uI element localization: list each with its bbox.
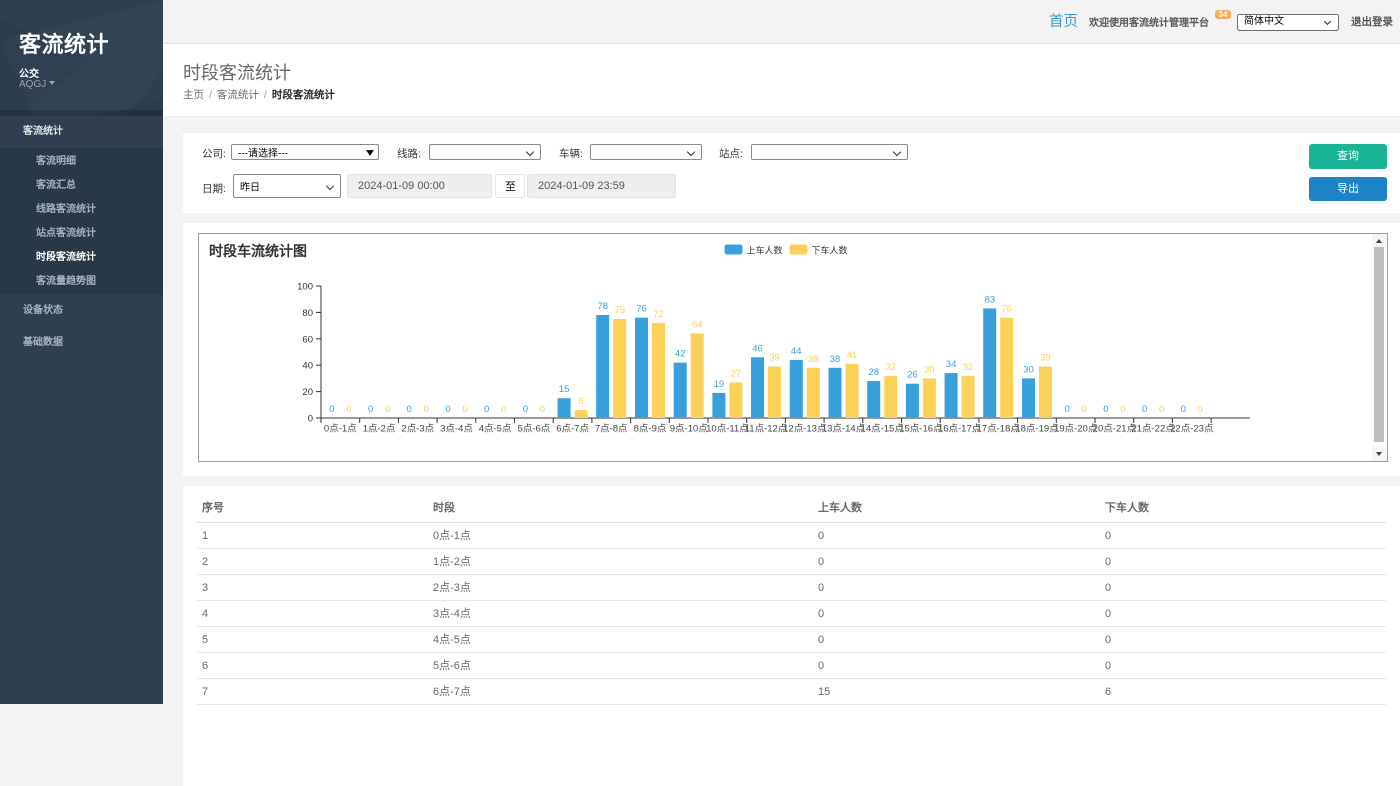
svg-text:75: 75 xyxy=(614,305,625,316)
svg-text:0: 0 xyxy=(406,404,411,415)
svg-text:4点-5点: 4点-5点 xyxy=(478,423,511,434)
svg-text:上车人数: 上车人数 xyxy=(746,244,782,255)
svg-text:0: 0 xyxy=(1180,404,1185,415)
svg-text:0: 0 xyxy=(1064,404,1069,415)
svg-text:6: 6 xyxy=(578,396,583,407)
svg-text:0: 0 xyxy=(329,404,334,415)
svg-text:11点-12点: 11点-12点 xyxy=(744,423,787,434)
svg-text:1点-2点: 1点-2点 xyxy=(362,423,395,434)
svg-text:76: 76 xyxy=(636,303,647,314)
svg-text:18点-19点: 18点-19点 xyxy=(1015,423,1059,434)
svg-text:0: 0 xyxy=(1103,404,1108,415)
svg-text:时段车流统计图: 时段车流统计图 xyxy=(209,243,307,259)
svg-text:0: 0 xyxy=(423,404,428,415)
svg-text:0: 0 xyxy=(445,404,450,415)
svg-text:2点-3点: 2点-3点 xyxy=(401,423,434,434)
svg-text:60: 60 xyxy=(302,334,313,345)
svg-text:0: 0 xyxy=(1120,404,1125,415)
svg-text:22点-23点: 22点-23点 xyxy=(1170,423,1214,434)
svg-text:32: 32 xyxy=(962,361,973,372)
svg-text:5点-6点: 5点-6点 xyxy=(517,423,550,434)
svg-text:42: 42 xyxy=(674,348,685,359)
svg-text:0: 0 xyxy=(367,404,372,415)
svg-text:80: 80 xyxy=(302,307,313,318)
svg-text:83: 83 xyxy=(984,294,995,305)
svg-text:0: 0 xyxy=(307,413,312,424)
svg-text:64: 64 xyxy=(691,319,702,330)
svg-text:9点-10点: 9点-10点 xyxy=(669,423,708,434)
svg-text:20点-21点: 20点-21点 xyxy=(1092,423,1136,434)
svg-text:0: 0 xyxy=(1081,404,1086,415)
svg-text:44: 44 xyxy=(790,345,801,356)
svg-text:38: 38 xyxy=(829,353,840,364)
svg-text:28: 28 xyxy=(868,367,879,378)
svg-text:8点-9点: 8点-9点 xyxy=(633,423,666,434)
svg-text:30: 30 xyxy=(924,364,935,375)
svg-text:34: 34 xyxy=(945,359,956,370)
svg-text:3点-4点: 3点-4点 xyxy=(440,423,473,434)
svg-text:39: 39 xyxy=(769,352,780,363)
svg-text:39: 39 xyxy=(1040,352,1051,363)
svg-text:0: 0 xyxy=(500,404,505,415)
svg-text:0: 0 xyxy=(483,404,488,415)
svg-text:14点-15点: 14点-15点 xyxy=(860,423,904,434)
svg-text:20: 20 xyxy=(302,387,313,398)
svg-text:0: 0 xyxy=(1158,404,1163,415)
svg-text:15点-16点: 15点-16点 xyxy=(899,423,943,434)
svg-text:0: 0 xyxy=(539,404,544,415)
svg-text:10点-11点: 10点-11点 xyxy=(706,423,749,434)
svg-text:下车人数: 下车人数 xyxy=(811,244,847,255)
svg-text:17点-18点: 17点-18点 xyxy=(976,423,1020,434)
svg-text:16点-17点: 16点-17点 xyxy=(937,423,981,434)
svg-text:27: 27 xyxy=(730,368,741,379)
svg-text:30: 30 xyxy=(1023,364,1034,375)
svg-text:100: 100 xyxy=(297,281,313,292)
svg-text:0: 0 xyxy=(522,404,527,415)
svg-text:0点-1点: 0点-1点 xyxy=(323,423,356,434)
svg-text:46: 46 xyxy=(752,343,763,354)
svg-text:0: 0 xyxy=(1197,404,1202,415)
svg-text:76: 76 xyxy=(1001,303,1012,314)
svg-text:0: 0 xyxy=(462,404,467,415)
svg-text:72: 72 xyxy=(653,309,664,320)
svg-text:19点-20点: 19点-20点 xyxy=(1054,423,1098,434)
svg-text:32: 32 xyxy=(885,361,896,372)
svg-text:0: 0 xyxy=(346,404,351,415)
svg-text:13点-14点: 13点-14点 xyxy=(821,423,865,434)
svg-text:19: 19 xyxy=(713,378,724,389)
svg-text:21点-22点: 21点-22点 xyxy=(1131,423,1175,434)
svg-text:15: 15 xyxy=(558,384,569,395)
svg-text:12点-13点: 12点-13点 xyxy=(783,423,827,434)
svg-text:78: 78 xyxy=(597,301,608,312)
svg-text:26: 26 xyxy=(907,369,918,380)
svg-text:0: 0 xyxy=(1141,404,1146,415)
svg-text:38: 38 xyxy=(807,353,818,364)
svg-text:40: 40 xyxy=(302,360,313,371)
svg-text:0: 0 xyxy=(384,404,389,415)
svg-text:7点-8点: 7点-8点 xyxy=(594,423,627,434)
svg-text:6点-7点: 6点-7点 xyxy=(556,423,589,434)
svg-text:41: 41 xyxy=(846,349,857,360)
